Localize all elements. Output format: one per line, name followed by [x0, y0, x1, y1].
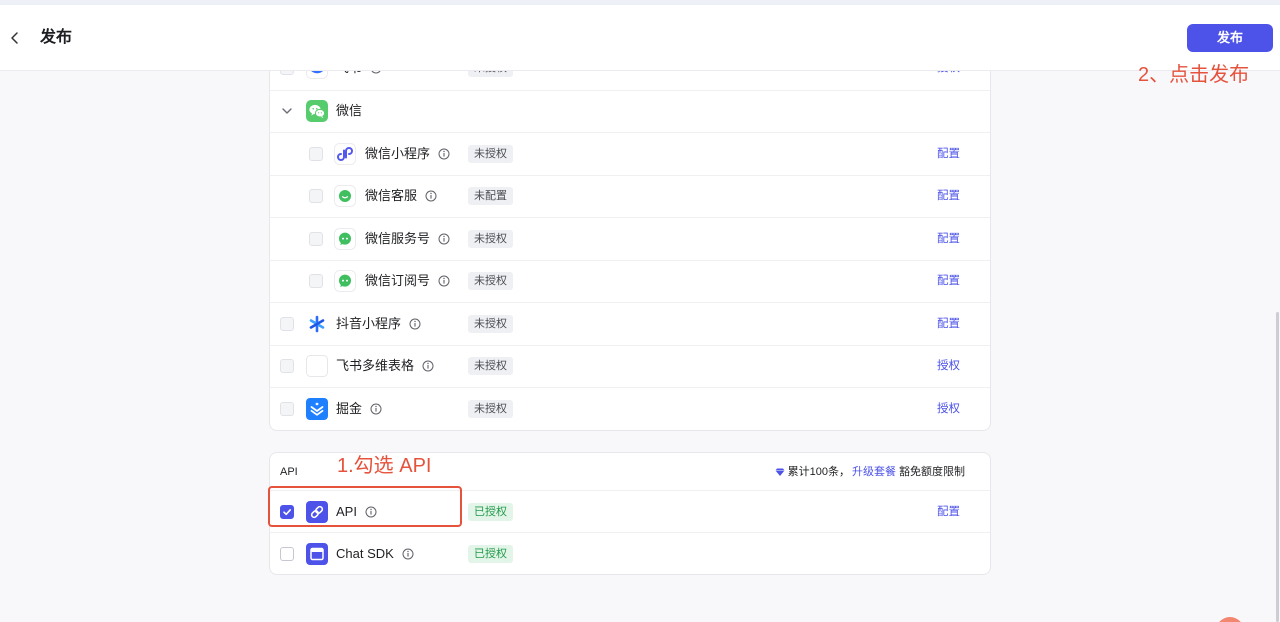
status-badge: 未授权 [468, 399, 513, 418]
channel-label-group: 微信 [336, 102, 362, 120]
channel-label: 抖音小程序 [336, 315, 402, 331]
channel-row-wechat-subscription-account: 微信订阅号 未授权 配置 [270, 259, 990, 303]
channel-label-group: 微信订阅号 [365, 272, 450, 290]
chat-sdk-icon [306, 542, 328, 565]
channel-group-label: 微信 [336, 103, 363, 119]
page-title: 发布 [40, 29, 73, 46]
channel-label: 掘金 [336, 400, 363, 416]
channel-label: 微信客服 [365, 188, 418, 204]
configure-link[interactable]: 配置 [937, 146, 960, 162]
channel-label-group: 微信服务号 [365, 230, 450, 248]
status-badge: 未授权 [468, 144, 513, 163]
info-icon[interactable] [422, 360, 434, 372]
status-badge: 未授权 [468, 314, 513, 333]
channel-label: 微信服务号 [365, 230, 431, 246]
channel-label: 微信订阅号 [365, 273, 431, 289]
info-icon[interactable] [402, 548, 414, 560]
authorize-link[interactable]: 授权 [937, 401, 960, 417]
publish-button[interactable]: 发布 [1187, 24, 1273, 52]
info-icon[interactable] [438, 148, 450, 160]
channel-label: 飞书多维表格 [336, 358, 415, 374]
scrollbar-thumb[interactable] [1276, 312, 1279, 622]
quota-text: 累计100条， [787, 465, 850, 478]
channel-checkbox[interactable] [309, 274, 323, 289]
channel-row-douyin-mini-program: 抖音小程序 未授权 配置 [270, 302, 990, 345]
channel-checkbox[interactable] [309, 189, 323, 204]
channel-list-card: 飞书 未授权 授权 微信 微信小程序 未授权 配置 [269, 46, 991, 431]
info-icon[interactable] [438, 275, 450, 287]
diamond-icon [775, 468, 785, 476]
configure-link[interactable]: 配置 [937, 273, 960, 289]
channel-row-wechat-customer-service: 微信客服 未配置 配置 [270, 174, 990, 218]
channel-checkbox[interactable] [280, 316, 294, 331]
info-icon[interactable] [425, 190, 437, 202]
juejin-icon [306, 397, 328, 420]
channel-label: 微信小程序 [365, 145, 431, 161]
subscription-account-icon [334, 270, 356, 293]
configure-link[interactable]: 配置 [937, 316, 960, 332]
channel-checkbox[interactable] [309, 146, 323, 161]
channel-label-group: Chat SDK [336, 545, 414, 563]
configure-link[interactable]: 配置 [937, 231, 960, 247]
status-badge: 未授权 [468, 272, 513, 291]
channel-label-group: 微信小程序 [365, 145, 450, 163]
channel-group-wechat: 微信 [270, 89, 990, 133]
wechat-icon [306, 100, 328, 123]
channel-checkbox[interactable] [280, 359, 294, 374]
info-icon[interactable] [409, 318, 421, 330]
channel-label-group: 微信客服 [365, 187, 437, 205]
douyin-mini-program-icon [306, 313, 328, 335]
status-badge: 未配置 [468, 187, 513, 206]
annotation-api-hint: 1.勾选 API [337, 455, 432, 477]
channel-label-group: 抖音小程序 [336, 315, 421, 333]
channel-checkbox[interactable] [309, 231, 323, 246]
quota-notice: 累计100条， 升级套餐 豁免额度限制 [775, 465, 965, 479]
upgrade-plan-link[interactable]: 升级套餐 [852, 465, 896, 479]
feishu-bitable-icon [306, 355, 328, 378]
channel-label-group: 飞书多维表格 [336, 357, 434, 375]
status-badge: 已授权 [468, 544, 513, 563]
channel-row-wechat-mini-program: 微信小程序 未授权 配置 [270, 132, 990, 175]
floating-button-clip [1216, 617, 1244, 622]
info-icon[interactable] [438, 233, 450, 245]
floating-button[interactable] [1216, 617, 1244, 622]
channel-label: Chat SDK [336, 545, 394, 561]
channel-row-wechat-service-account: 微信服务号 未授权 配置 [270, 217, 990, 260]
channel-row-juejin: 掘金 未授权 授权 [270, 387, 990, 430]
info-icon[interactable] [370, 403, 382, 415]
channel-row-chat-sdk: Chat SDK 已授权 [270, 532, 990, 574]
status-badge: 未授权 [468, 357, 513, 376]
chat-sdk-checkbox[interactable] [280, 546, 294, 561]
status-badge: 已授权 [468, 502, 513, 521]
annotation-publish-hint: 2、点击发布 [1138, 64, 1250, 86]
page-header: 发布 发布 [0, 5, 1280, 71]
chevron-down-icon[interactable] [281, 105, 293, 117]
annotation-highlight-box [268, 486, 462, 527]
channel-checkbox[interactable] [280, 401, 294, 416]
back-button[interactable] [4, 27, 26, 49]
api-section-title: API [280, 465, 298, 478]
quota-suffix: 豁免额度限制 [899, 465, 965, 478]
customer-service-icon [334, 185, 356, 208]
status-badge: 未授权 [468, 229, 513, 248]
mini-program-icon [334, 142, 356, 165]
chevron-left-icon [11, 32, 18, 44]
configure-link[interactable]: 配置 [937, 504, 960, 520]
authorize-link[interactable]: 授权 [937, 358, 960, 374]
service-account-icon [334, 227, 356, 250]
configure-link[interactable]: 配置 [937, 188, 960, 204]
channel-label-group: 掘金 [336, 400, 382, 418]
channel-row-feishu-bitable: 飞书多维表格 未授权 授权 [270, 344, 990, 388]
